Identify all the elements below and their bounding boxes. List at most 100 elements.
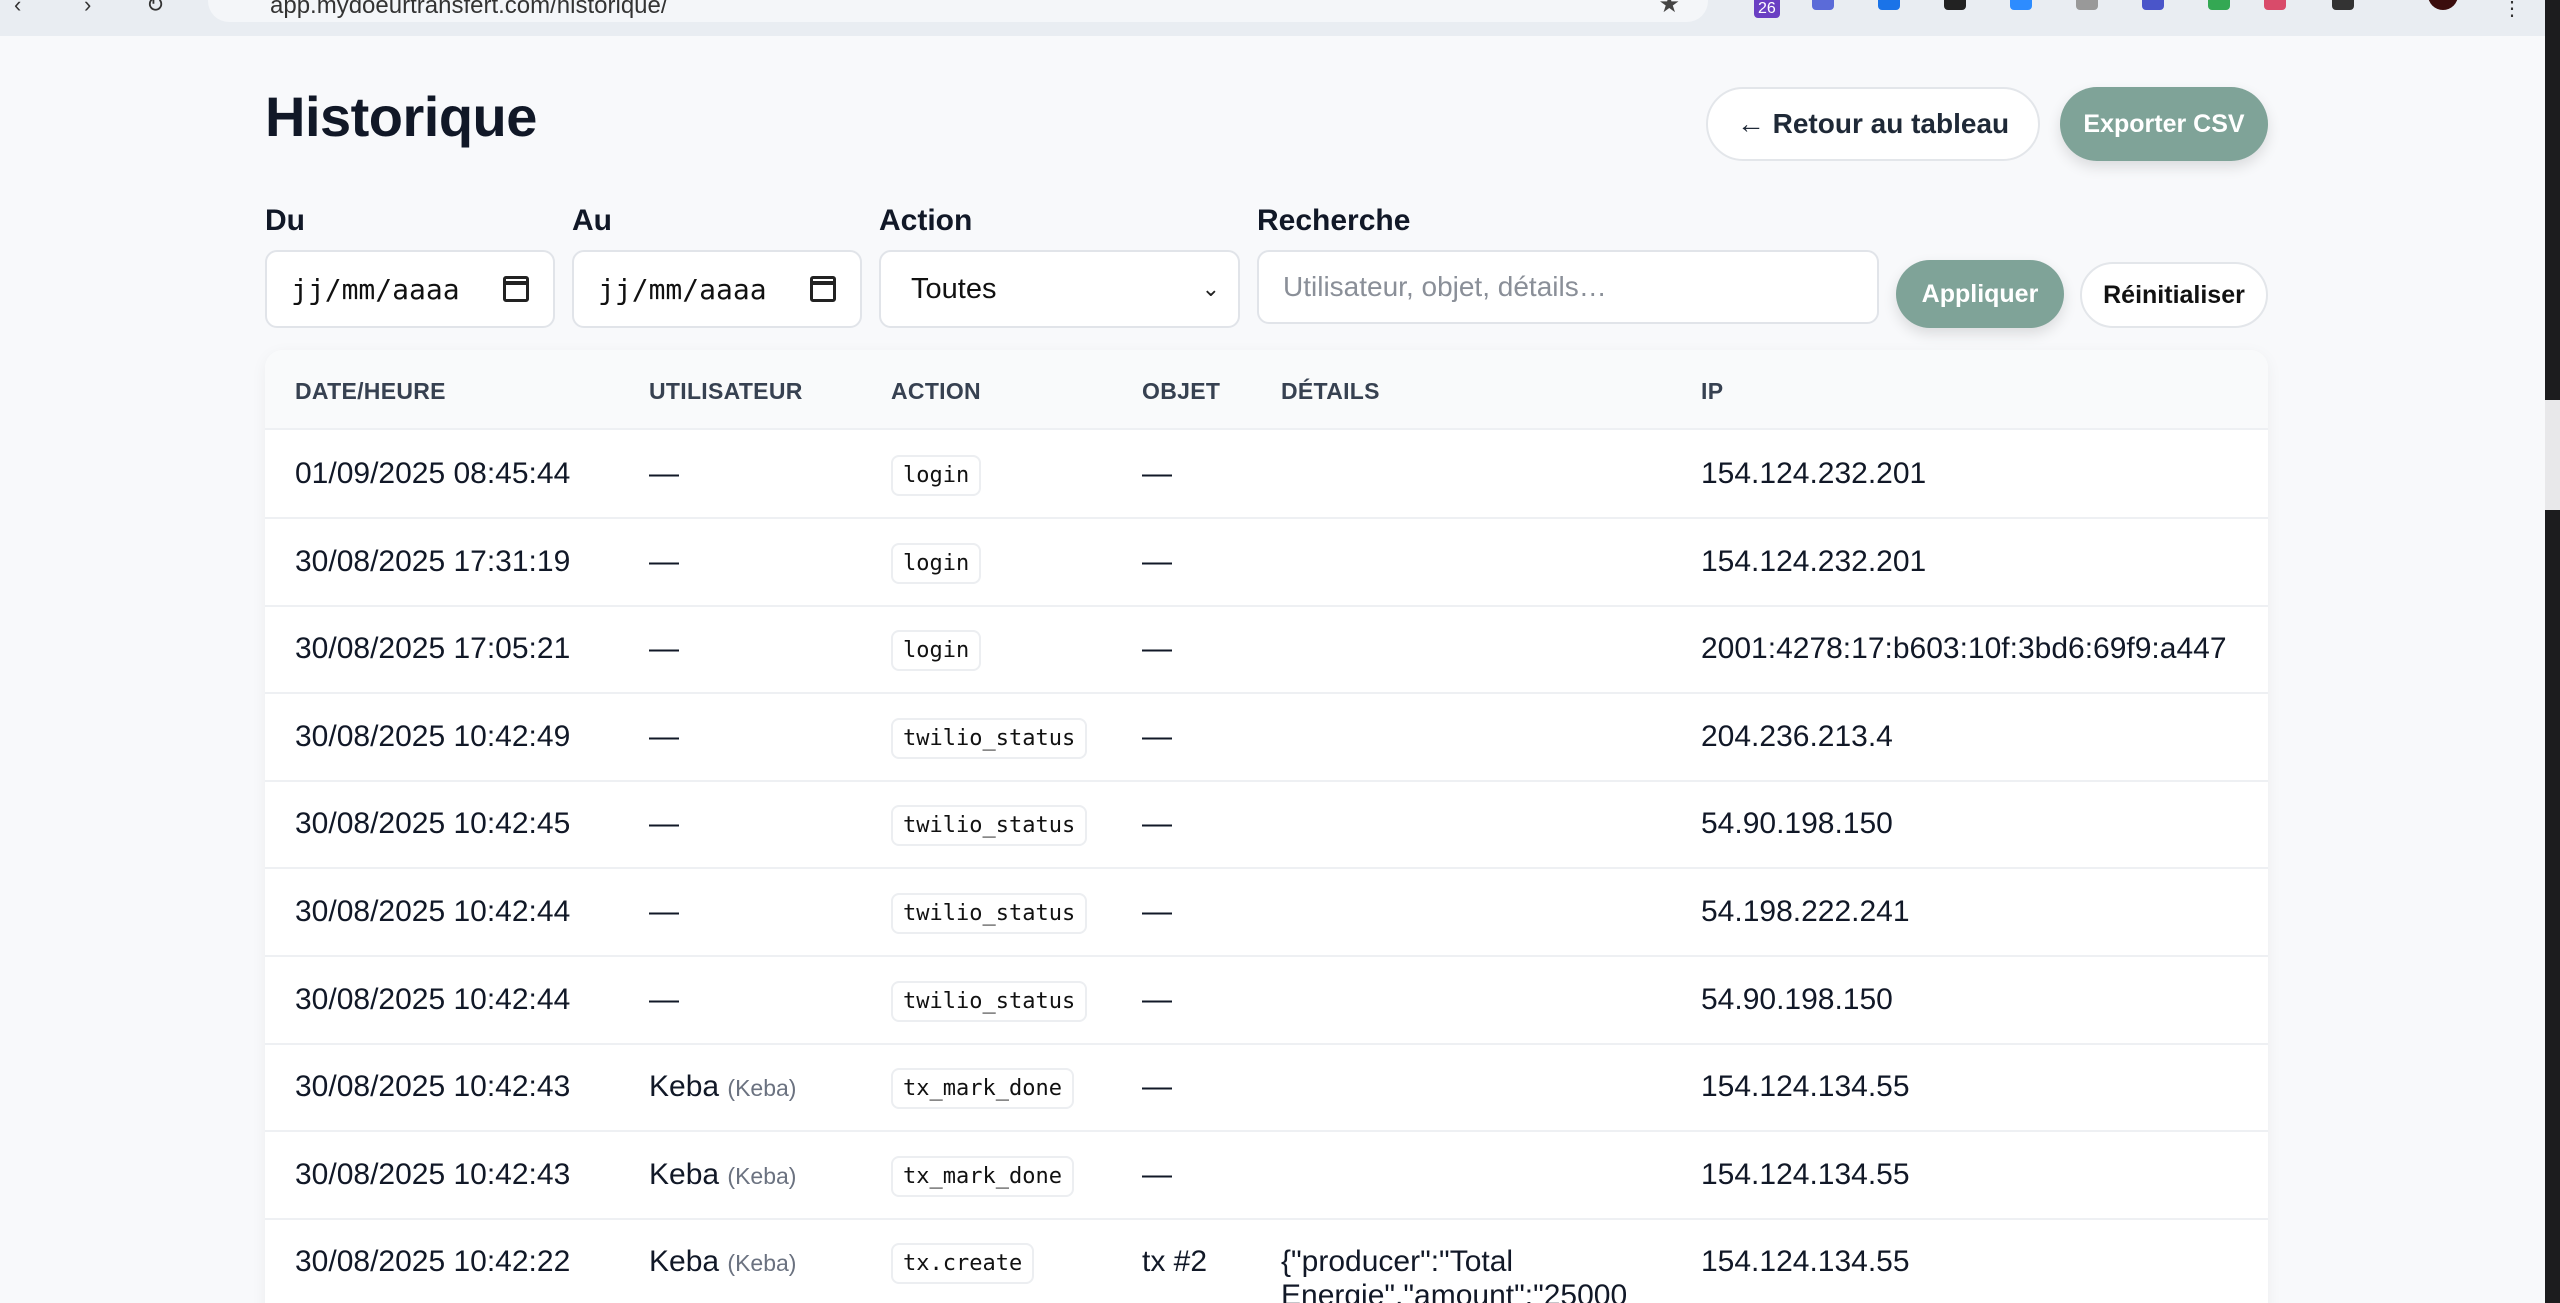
user-login: (Keba) xyxy=(727,1075,797,1102)
cell-user: — xyxy=(649,720,679,754)
extension-icon[interactable] xyxy=(2142,0,2164,10)
cell-user: — xyxy=(649,983,679,1017)
to-date-label: Au xyxy=(572,204,612,237)
action-code-badge: tx_mark_done xyxy=(891,1155,1074,1197)
table-row: 30/08/2025 10:42:44 — twilio_status — 54.198… xyxy=(265,869,2268,957)
cell-object: — xyxy=(1142,632,1172,666)
cell-user: — xyxy=(649,545,679,579)
cell-ip: 54.198.222.241 xyxy=(1701,895,1910,928)
action-code-badge: login xyxy=(891,455,982,496)
table-row: 30/08/2025 17:31:19 — login — 154.124.232.20… xyxy=(265,519,2268,607)
to-date-input[interactable]: jj/mm/aaaa xyxy=(572,250,862,328)
bookmark-star-icon[interactable]: ★ xyxy=(1658,0,1680,19)
user-name: — xyxy=(649,544,679,578)
profile-avatar[interactable] xyxy=(2428,0,2458,10)
column-header-action[interactable]: ACTION xyxy=(891,378,981,405)
from-date-label: Du xyxy=(265,204,305,237)
address-bar[interactable]: app.mydoeurtransfert.com/historique/ ★ xyxy=(208,0,1708,22)
cell-ip: 2001:4278:17:b603:10f:3bd6:69f9:a447 xyxy=(1701,632,2227,666)
reload-icon[interactable]: ↻ xyxy=(146,0,164,16)
cell-datetime: 30/08/2025 10:42:44 xyxy=(295,982,571,1016)
column-header-datetime[interactable]: DATE/HEURE xyxy=(295,378,446,405)
export-csv-button[interactable]: Exporter CSV xyxy=(2060,87,2268,161)
cell-ip: 54.90.198.150 xyxy=(1701,982,1893,1016)
extension-icon[interactable] xyxy=(1878,0,1900,10)
cell-datetime: 30/08/2025 17:31:19 xyxy=(295,544,571,578)
table-row: 30/08/2025 10:42:43 Keba (Keba) tx_mark_do… xyxy=(265,1044,2268,1133)
cell-user: — xyxy=(649,895,679,929)
user-name: Keba xyxy=(649,1070,720,1104)
back-to-dashboard-button[interactable]: ← Retour au tableau xyxy=(1706,87,2040,161)
search-label: Recherche xyxy=(1257,204,1411,237)
calendar-icon[interactable] xyxy=(810,276,836,302)
action-code-badge: twilio_status xyxy=(891,717,1088,759)
action-code-badge: tx_mark_done xyxy=(891,1068,1074,1110)
page-title: Historique xyxy=(265,85,537,148)
action-filter-label: Action xyxy=(879,204,973,237)
user-login: (Keba) xyxy=(727,1162,797,1189)
apply-filters-button[interactable]: Appliquer xyxy=(1896,260,2064,328)
cell-datetime: 01/09/2025 08:45:44 xyxy=(295,457,571,490)
cell-ip: 154.124.134.55 xyxy=(1701,1070,1910,1104)
user-name: — xyxy=(649,895,679,928)
adjacent-window-edge xyxy=(2545,0,2560,1303)
table-row: 01/09/2025 08:45:44 — login — 154.124.232.20… xyxy=(265,431,2268,519)
user-login: (Keba) xyxy=(727,1250,797,1277)
cell-datetime: 30/08/2025 10:42:43 xyxy=(295,1070,571,1104)
column-header-user[interactable]: UTILISATEUR xyxy=(649,378,803,405)
column-header-object[interactable]: OBJET xyxy=(1142,378,1220,405)
cell-user: — xyxy=(649,807,679,841)
extension-icon[interactable] xyxy=(2010,0,2032,10)
extension-icon[interactable] xyxy=(1812,0,1834,10)
reset-filters-button[interactable]: Réinitialiser xyxy=(2080,262,2268,328)
cell-object: — xyxy=(1142,457,1172,490)
cell-user: — xyxy=(649,457,679,491)
menu-kebab-icon[interactable]: ⋮ xyxy=(2502,0,2522,21)
column-header-ip[interactable]: IP xyxy=(1701,378,1723,405)
extension-badge[interactable]: 26 xyxy=(1754,0,1780,18)
cell-user: Keba (Keba) xyxy=(649,1245,796,1279)
user-name: Keba xyxy=(649,1245,720,1279)
terminal-extension-icon[interactable] xyxy=(1944,0,1966,10)
extension-icon[interactable] xyxy=(2208,0,2230,10)
cell-ip: 154.124.134.55 xyxy=(1701,1157,1910,1191)
action-select[interactable]: Toutes ⌄ xyxy=(879,250,1240,328)
user-name: — xyxy=(649,982,679,1016)
table-header: DATE/HEURE UTILISATEUR ACTION OBJET DÉTA… xyxy=(265,350,2268,430)
user-name: Keba xyxy=(649,1157,720,1191)
from-date-input[interactable]: jj/mm/aaaa xyxy=(265,250,555,328)
user-name: — xyxy=(649,807,679,841)
back-arrow-icon[interactable]: ‹ xyxy=(14,0,21,16)
table-row: 30/08/2025 10:42:44 — twilio_status — 54.90.… xyxy=(265,957,2268,1045)
extension-icon[interactable] xyxy=(2264,0,2286,10)
cell-object: — xyxy=(1142,1157,1172,1191)
table-row: 30/08/2025 10:42:45 — twilio_status — 54.90.… xyxy=(265,781,2268,870)
calendar-icon[interactable] xyxy=(503,276,529,302)
user-name: — xyxy=(649,632,679,666)
cell-ip: 154.124.134.55 xyxy=(1701,1245,1910,1279)
cell-object: — xyxy=(1142,1070,1172,1104)
user-name: — xyxy=(649,457,679,490)
browser-toolbar: ‹ › ↻ app.mydoeurtransfert.com/historiqu… xyxy=(0,0,2560,36)
chevron-down-icon: ⌄ xyxy=(1201,276,1220,301)
window-icon[interactable] xyxy=(2332,0,2354,10)
cell-ip: 154.124.232.201 xyxy=(1701,457,1927,490)
cell-object: — xyxy=(1142,982,1172,1016)
forward-arrow-icon[interactable]: › xyxy=(84,0,91,16)
search-input[interactable]: Utilisateur, objet, détails… xyxy=(1257,250,1879,324)
extension-icon[interactable] xyxy=(2076,0,2098,10)
table-row: 30/08/2025 17:05:21 — login — 2001:4278:17:b… xyxy=(265,606,2268,695)
url-text: app.mydoeurtransfert.com/historique/ xyxy=(270,0,668,19)
cell-datetime: 30/08/2025 17:05:21 xyxy=(295,632,571,666)
action-code-badge: tx.create xyxy=(891,1243,1035,1285)
cell-object: tx #2 xyxy=(1142,1245,1208,1279)
column-header-details[interactable]: DÉTAILS xyxy=(1281,378,1380,405)
action-code-badge: twilio_status xyxy=(891,893,1088,934)
cell-datetime: 30/08/2025 10:42:45 xyxy=(295,807,571,841)
table-row: 30/08/2025 10:42:22 Keba (Keba) tx.create t… xyxy=(265,1219,2268,1303)
action-code-badge: login xyxy=(891,542,982,584)
cell-object: — xyxy=(1142,807,1172,841)
cell-details: {"producer":"Total Energie","amount":"25… xyxy=(1281,1245,1628,1303)
action-code-badge: twilio_status xyxy=(891,980,1088,1022)
cell-datetime: 30/08/2025 10:42:44 xyxy=(295,895,571,928)
